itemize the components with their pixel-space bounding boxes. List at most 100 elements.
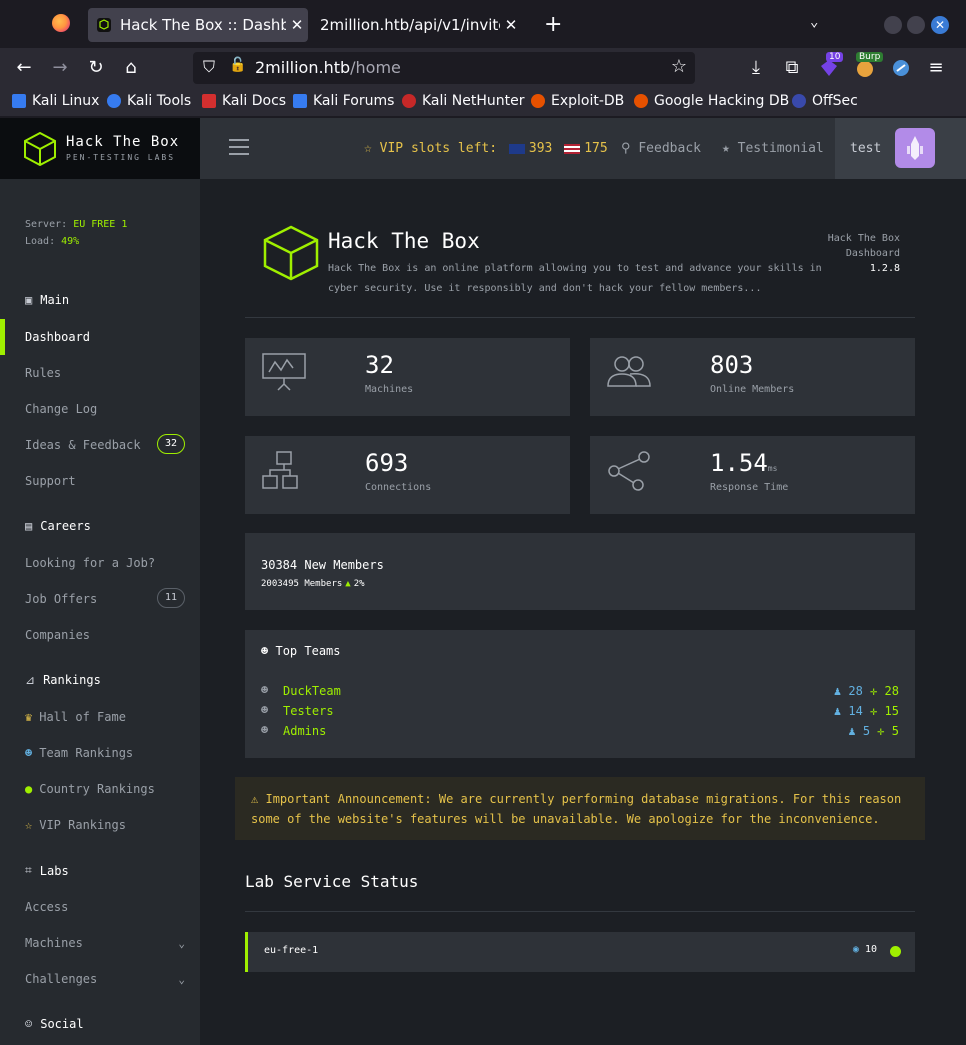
sidebar-item-change-log[interactable]: Change Log [25,402,185,416]
burp-badge: Burp [856,52,884,62]
htb-favicon-icon [96,17,112,33]
lab-status-title: Lab Service Status [245,872,419,891]
main-content: Hack The Box Hack The Box is an online p… [200,179,966,1045]
username: test [850,141,882,156]
tab-close-icon[interactable]: ✕ [500,16,522,34]
trophy-icon: ♛ [25,710,33,724]
hamburger-menu-icon[interactable] [229,139,249,160]
back-icon[interactable]: ← [12,56,36,80]
vip-slots: ☆ VIP slots left: 393 175 [364,141,608,156]
team-row[interactable]: ☻ Admins ♟ 5 ✛ 5 [261,722,899,742]
sidebar-item-machines[interactable]: Machines ⌄ [25,936,185,950]
insecure-lock-icon[interactable]: 🔓 [229,57,246,73]
sidebar-item-companies[interactable]: Companies [25,628,185,642]
sitemap-icon [262,451,298,489]
smile-icon: ☺ [25,1017,33,1031]
forward-icon[interactable]: → [48,56,72,80]
page-title: Hack The Box [328,229,480,253]
firefox-icon[interactable] [52,14,70,32]
menu-icon[interactable]: ≡ [924,56,948,80]
sidebar-item-job-offers[interactable]: Job Offers 11 [25,588,185,608]
team-name[interactable]: Admins [283,724,326,738]
crosshair-icon: ✛ [870,684,878,698]
lab-server-users: 10 [864,944,877,955]
testimonial-link[interactable]: ★ Testimonial [722,141,824,156]
stat-value: 693 [365,449,409,477]
extensions-icon[interactable]: ⧉ [780,56,804,80]
globe-icon: ● [25,782,33,796]
sidebar-item-team-rankings[interactable]: ☻ Team Rankings [25,746,185,760]
url-bar[interactable]: ⛉ 🔓 2million.htb/home ☆ [193,52,695,84]
sidebar-item-hall-of-fame[interactable]: ♛ Hall of Fame [25,710,185,724]
version-number: 1.2.8 [869,263,900,274]
proxy-extension-icon[interactable] [889,56,913,80]
sidebar-item-rules[interactable]: Rules [25,366,185,380]
logo-subtitle: PEN-TESTING LABS [66,153,176,162]
team-points: 5 [891,724,899,738]
tab-dashboard[interactable]: Hack The Box :: Dashboard ✕ [88,8,308,42]
bookmark-kali-forums[interactable]: Kali Forums [293,93,394,109]
minimize-icon[interactable] [884,16,902,34]
sidebar-item-country-rankings[interactable]: ● Country Rankings [25,782,185,796]
sidebar-item-challenges[interactable]: Challenges ⌄ [25,972,185,986]
page-description: Hack The Box is an online platform allow… [328,263,822,294]
team-name[interactable]: Testers [283,704,334,718]
sitemap-icon: ⌗ [25,863,32,877]
divider [245,911,915,912]
bookmark-kali-docs[interactable]: Kali Docs [202,93,286,109]
sidebar-item-access[interactable]: Access [25,900,185,914]
list-all-tabs-icon[interactable]: ⌄ [810,14,818,30]
shield-icon[interactable]: ⛉ [203,57,215,77]
bookmark-kali-linux[interactable]: Kali Linux [12,93,99,109]
job-offers-badge: 11 [157,588,185,608]
sidebar-item-support[interactable]: Support [25,474,185,488]
bookmark-offsec[interactable]: OffSec [792,93,858,109]
sidebar-heading-rankings: ⊿ Rankings [25,673,101,687]
star-icon: ☆ [25,818,33,832]
offsec-icon [792,94,806,108]
server-info: Server: EU FREE 1 Load: 49% [25,219,128,247]
sidebar-heading-social: ☺ Social [25,1017,84,1031]
ideas-badge: 32 [157,434,185,454]
lab-server-row[interactable]: eu-free-1 ◉ 10 [245,932,915,972]
stat-card-connections: 693 Connections [245,436,570,514]
maximize-icon[interactable] [907,16,925,34]
team-row[interactable]: ☻ Testers ♟ 14 ✛ 15 [261,702,899,722]
team-points: 15 [884,704,899,718]
stat-card-machines: 32 Machines [245,338,570,416]
bookmark-star-icon[interactable]: ☆ [671,56,687,77]
team-name[interactable]: DuckTeam [283,684,341,698]
tab-close-icon[interactable]: ✕ [286,16,308,34]
bookmark-kali-tools[interactable]: Kali Tools [107,93,191,109]
site-logo[interactable]: Hack The Box PEN-TESTING LABS [0,118,200,179]
sidebar-item-dashboard[interactable]: Dashboard [25,330,185,344]
vip-eu-count: 393 [528,141,553,156]
new-tab-icon[interactable]: + [544,12,562,37]
reload-icon[interactable]: ↻ [84,56,108,80]
tab-invite-generate[interactable]: 2million.htb/api/v1/invite/generate ✕ [312,8,522,42]
sidebar-item-vip-rankings[interactable]: ☆ VIP Rankings [25,818,185,832]
user-menu[interactable]: test [835,118,966,179]
bookmark-google-hacking-db[interactable]: Google Hacking DB [634,93,789,109]
sidebar-item-looking-for-job[interactable]: Looking for a Job? [25,556,185,570]
home-icon[interactable]: ⌂ [119,56,143,80]
team-row[interactable]: ☻ DuckTeam ♟ 28 ✛ 28 [261,682,899,702]
chevron-down-icon: ⌄ [178,972,185,986]
kali-docs-icon [202,94,216,108]
status-online-dot [890,946,901,957]
browser-navigation-bar: ← → ↻ ⌂ ⛉ 🔓 2million.htb/home ☆ ⤓ ⧉ 10 B… [0,48,966,88]
users-icon: ☻ [261,644,269,658]
close-window-icon[interactable]: ✕ [931,16,949,34]
server-value: EU FREE 1 [73,219,128,230]
downloads-icon[interactable]: ⤓ [744,56,768,80]
nethunter-icon [402,94,416,108]
sidebar-item-ideas-feedback[interactable]: Ideas & Feedback 32 [25,434,185,454]
bookmark-kali-nethunter[interactable]: Kali NetHunter [402,93,524,109]
sidebar-heading-careers: ▤ Careers [25,519,91,533]
briefcase-icon: ▤ [25,519,33,533]
avatar[interactable] [895,128,935,168]
feedback-link[interactable]: ⚲ Feedback [621,141,701,156]
kali-forums-icon [293,94,307,108]
bookmark-exploit-db[interactable]: Exploit-DB [531,93,624,109]
lab-server-name: eu-free-1 [264,945,319,956]
